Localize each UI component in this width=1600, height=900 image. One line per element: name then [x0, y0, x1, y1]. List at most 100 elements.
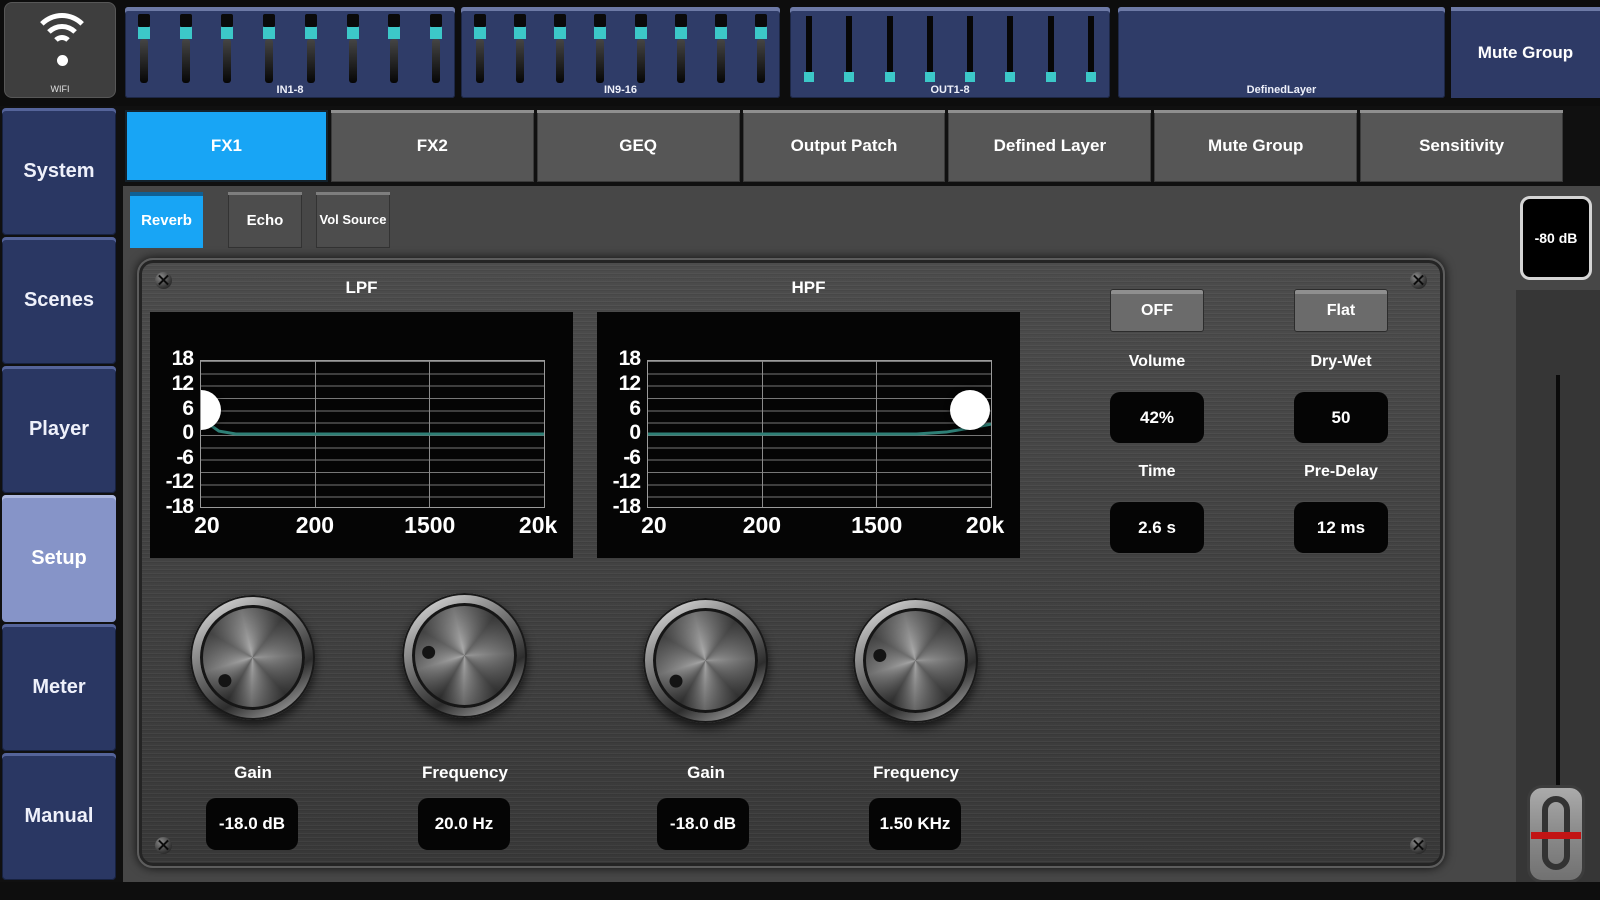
- mini-fader[interactable]: [593, 14, 607, 83]
- lpf-frequency-value[interactable]: 20.0 Hz: [418, 798, 510, 850]
- mini-fader[interactable]: [754, 14, 768, 83]
- lpf-curve: [201, 411, 544, 436]
- sidebar-item-scenes[interactable]: Scenes: [2, 237, 116, 364]
- lpf-graph[interactable]: 18 12 6 0 -6 -12 -18 20 200 1500 20k: [150, 312, 573, 558]
- y-tick: 12: [171, 372, 194, 395]
- mini-fader[interactable]: [634, 14, 648, 83]
- mixer-app: WIFI IN1-8 IN9-16 OUT1-8 DefinedLayer Mu…: [0, 0, 1600, 900]
- flat-button[interactable]: Flat: [1294, 289, 1388, 332]
- y-tick: -6: [623, 446, 641, 469]
- knob-indicator-dot: [666, 671, 685, 690]
- tab-label: FX1: [210, 136, 243, 155]
- mini-fader[interactable]: [473, 14, 487, 83]
- sidebar-item-setup[interactable]: Setup: [2, 495, 116, 622]
- wifi-status-button[interactable]: WIFI: [4, 2, 116, 98]
- subtab-label: Reverb: [141, 211, 192, 229]
- y-tick: 0: [629, 421, 641, 444]
- master-fader-handle[interactable]: [1527, 785, 1585, 883]
- bank-label: IN9-16: [603, 84, 638, 96]
- sidebar-label: Meter: [32, 676, 86, 698]
- reverb-off-button[interactable]: OFF: [1110, 289, 1204, 332]
- dry-wet-value[interactable]: 50: [1294, 392, 1388, 443]
- wifi-dot: [57, 55, 68, 66]
- mini-fader[interactable]: [513, 14, 527, 83]
- x-tick: 200: [295, 512, 335, 538]
- mini-fader[interactable]: [842, 14, 856, 83]
- mini-fader[interactable]: [137, 14, 151, 83]
- mini-fader[interactable]: [262, 14, 276, 83]
- master-level-display: -80 dB: [1520, 196, 1592, 280]
- mini-fader[interactable]: [923, 14, 937, 83]
- lpf-x-axis: 20 200 1500 20k: [194, 512, 557, 546]
- hpf-gain-knob[interactable]: [643, 598, 768, 723]
- tab-fx2[interactable]: FX2: [330, 110, 534, 182]
- fader-group: [802, 14, 1098, 83]
- mini-fader[interactable]: [883, 14, 897, 83]
- y-tick: 6: [182, 397, 194, 420]
- lpf-frequency-knob[interactable]: [402, 593, 527, 718]
- sidebar-item-player[interactable]: Player: [2, 366, 116, 493]
- mini-fader[interactable]: [1003, 14, 1017, 83]
- wifi-label: WIFI: [50, 84, 70, 94]
- subtab-vol-source[interactable]: Vol Source: [316, 192, 390, 248]
- sidebar-item-system[interactable]: System: [2, 108, 116, 235]
- subtab-label: Echo: [246, 211, 284, 229]
- tab-geq[interactable]: GEQ: [536, 110, 740, 182]
- lpf-frequency-label: Frequency: [422, 763, 508, 782]
- tab-sensitivity[interactable]: Sensitivity: [1360, 110, 1564, 182]
- mini-fader[interactable]: [674, 14, 688, 83]
- mini-fader[interactable]: [1084, 14, 1098, 83]
- y-tick: -18: [165, 495, 194, 518]
- mini-fader[interactable]: [1044, 14, 1058, 83]
- subtab-reverb[interactable]: Reverb: [130, 192, 203, 248]
- hpf-y-axis: 18 12 6 0 -6 -12 -18: [597, 347, 642, 518]
- mini-fader[interactable]: [429, 14, 443, 83]
- time-value[interactable]: 2.6 s: [1110, 502, 1204, 553]
- lpf-gain-value-text: -18.0 dB: [218, 814, 286, 833]
- hpf-handle[interactable]: [950, 390, 990, 430]
- mini-fader[interactable]: [714, 14, 728, 83]
- mini-fader[interactable]: [179, 14, 193, 83]
- mini-fader[interactable]: [387, 14, 401, 83]
- master-fader[interactable]: [1516, 290, 1600, 883]
- hpf-graph[interactable]: 18 12 6 0 -6 -12 -18 20 200 1500 20k: [597, 312, 1020, 558]
- y-tick: 18: [171, 347, 194, 370]
- x-tick: 20k: [518, 512, 558, 538]
- mini-fader[interactable]: [963, 14, 977, 83]
- lpf-title: LPF: [345, 278, 378, 297]
- fader-group: [473, 14, 768, 83]
- y-tick: 0: [182, 421, 194, 444]
- fader-bank-in1-8[interactable]: IN1-8: [125, 7, 455, 98]
- fader-bank-out1-8[interactable]: OUT1-8: [790, 7, 1110, 98]
- hpf-frequency-value[interactable]: 1.50 KHz: [869, 798, 961, 850]
- pre-delay-value[interactable]: 12 ms: [1294, 502, 1388, 553]
- mini-fader[interactable]: [802, 14, 816, 83]
- lpf-gain-knob[interactable]: [190, 595, 315, 720]
- fader-bank-in9-16[interactable]: IN9-16: [461, 7, 780, 98]
- sidebar-label: Manual: [24, 805, 94, 827]
- tab-mute-group[interactable]: Mute Group: [1154, 110, 1358, 182]
- volume-value-text: 42%: [1139, 407, 1175, 427]
- mini-fader[interactable]: [553, 14, 567, 83]
- sidebar-item-manual[interactable]: Manual: [2, 753, 116, 880]
- subtab-echo[interactable]: Echo: [228, 192, 302, 248]
- time-label: Time: [1138, 463, 1176, 480]
- lpf-y-axis: 18 12 6 0 -6 -12 -18: [150, 347, 195, 518]
- top-bar: WIFI IN1-8 IN9-16 OUT1-8 DefinedLayer Mu…: [0, 0, 1600, 106]
- tab-fx1[interactable]: FX1: [125, 110, 328, 182]
- subtab-label: Vol Source: [319, 211, 387, 227]
- pre-delay-label: Pre-Delay: [1304, 463, 1378, 480]
- mini-fader[interactable]: [304, 14, 318, 83]
- fader-bank-defined-layer[interactable]: DefinedLayer: [1118, 7, 1445, 98]
- dry-wet-value-text: 50: [1331, 407, 1351, 427]
- tab-defined-layer[interactable]: Defined Layer: [948, 110, 1152, 182]
- lpf-gain-value[interactable]: -18.0 dB: [206, 798, 298, 850]
- hpf-gain-value[interactable]: -18.0 dB: [657, 798, 749, 850]
- mini-fader[interactable]: [220, 14, 234, 83]
- sidebar-item-meter[interactable]: Meter: [2, 624, 116, 751]
- mini-fader[interactable]: [346, 14, 360, 83]
- mute-group-top-button[interactable]: Mute Group: [1451, 7, 1600, 98]
- hpf-frequency-knob[interactable]: [853, 598, 978, 723]
- volume-value[interactable]: 42%: [1110, 392, 1204, 443]
- tab-output-patch[interactable]: Output Patch: [742, 110, 946, 182]
